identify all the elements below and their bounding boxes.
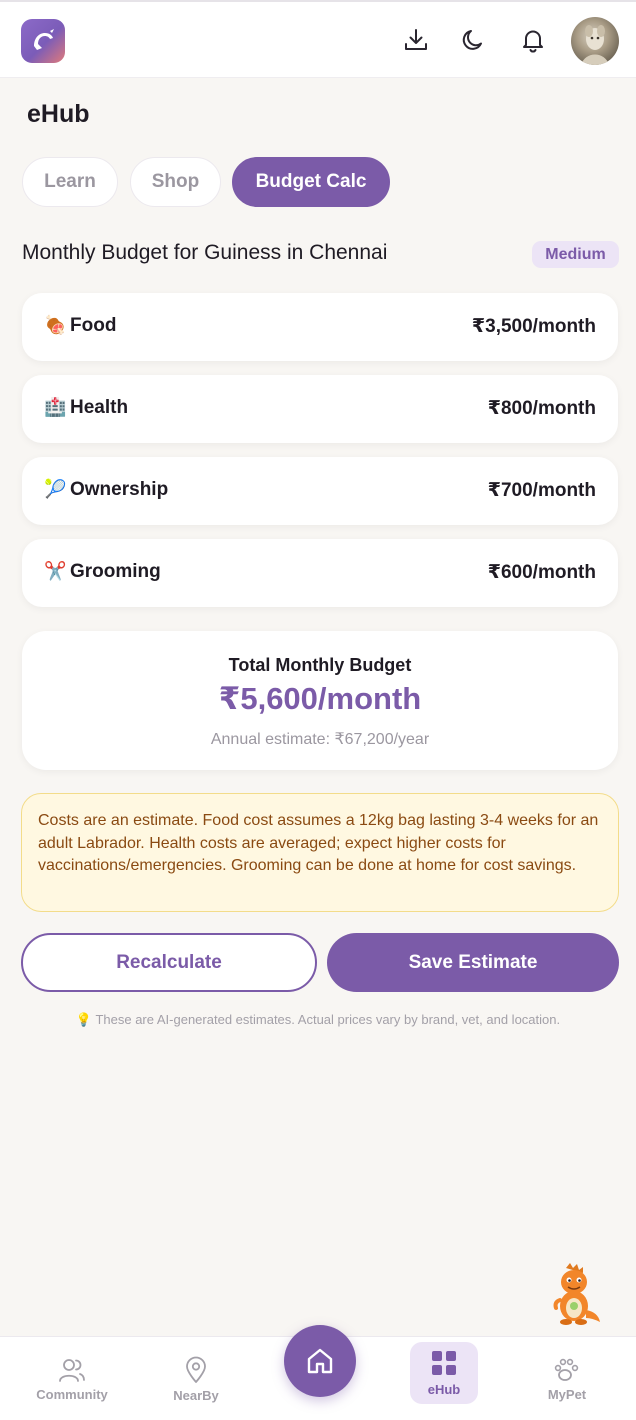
food-icon: 🍖 xyxy=(44,315,67,335)
cost-value: ₹700/month xyxy=(487,480,596,501)
hospital-icon: 🏥 xyxy=(44,397,67,417)
cost-label: Food xyxy=(70,315,117,336)
tab-budget-calc[interactable]: Budget Calc xyxy=(232,157,390,207)
location-pin-icon xyxy=(186,1356,206,1383)
total-value: ₹5,600/month xyxy=(218,681,422,716)
nav-label: eHub xyxy=(427,1381,461,1397)
total-label: Total Monthly Budget xyxy=(228,655,412,675)
avatar[interactable] xyxy=(571,17,619,65)
cost-card-food: 🍖 Food ₹3,500/month xyxy=(22,293,618,361)
budget-level-badge: Medium xyxy=(532,241,619,268)
dog-logo-icon xyxy=(34,29,54,50)
dino-mascot-icon[interactable] xyxy=(548,1262,604,1326)
cost-label: Ownership xyxy=(70,479,169,500)
recalculate-button[interactable]: Recalculate xyxy=(21,933,317,992)
tennis-ball-icon: 🎾 xyxy=(44,479,67,499)
cost-card-ownership: 🎾 Ownership ₹700/month xyxy=(22,457,618,525)
nav-community[interactable]: Community xyxy=(22,1337,122,1420)
cost-value: ₹800/month xyxy=(487,398,596,419)
grid-icon xyxy=(432,1350,456,1375)
ai-disclaimer: 💡 These are AI-generated estimates. Actu… xyxy=(75,1012,561,1027)
nav-ehub[interactable]: eHub xyxy=(410,1342,478,1404)
cost-label: Grooming xyxy=(70,561,161,582)
cost-card-grooming: ✂️ Grooming ₹600/month xyxy=(22,539,618,607)
cost-card-health: 🏥 Health ₹800/month xyxy=(22,375,618,443)
cost-value: ₹3,500/month xyxy=(471,316,596,337)
total-budget-card: Total Monthly Budget ₹5,600/month Annual… xyxy=(22,631,618,770)
budget-title: Monthly Budget for Guiness in Chennai xyxy=(22,241,388,264)
community-icon xyxy=(59,1358,85,1382)
save-estimate-button[interactable]: Save Estimate xyxy=(327,933,619,992)
pet-photo xyxy=(581,25,609,65)
tab-shop[interactable]: Shop xyxy=(130,157,221,207)
cost-label: Health xyxy=(70,397,129,418)
page-title: eHub xyxy=(27,100,90,128)
estimate-note: Costs are an estimate. Food cost assumes… xyxy=(21,793,619,912)
scissors-icon: ✂️ xyxy=(44,561,67,581)
moon-icon[interactable] xyxy=(460,26,488,54)
nav-mypet[interactable]: MyPet xyxy=(517,1337,617,1420)
home-icon xyxy=(307,1348,333,1374)
annual-estimate: Annual estimate: ₹67,200/year xyxy=(210,731,430,748)
nav-nearby[interactable]: NearBy xyxy=(146,1337,246,1420)
paw-icon xyxy=(554,1358,579,1381)
nav-label: Community xyxy=(36,1386,108,1402)
nav-label: MyPet xyxy=(547,1386,587,1402)
app-logo[interactable] xyxy=(21,19,65,63)
top-bar xyxy=(0,0,636,78)
tab-learn[interactable]: Learn xyxy=(22,157,118,207)
download-icon[interactable] xyxy=(402,26,430,54)
cost-value: ₹600/month xyxy=(487,562,596,583)
nav-label: NearBy xyxy=(173,1387,219,1403)
bell-icon[interactable] xyxy=(519,26,547,54)
home-button[interactable] xyxy=(284,1325,356,1397)
